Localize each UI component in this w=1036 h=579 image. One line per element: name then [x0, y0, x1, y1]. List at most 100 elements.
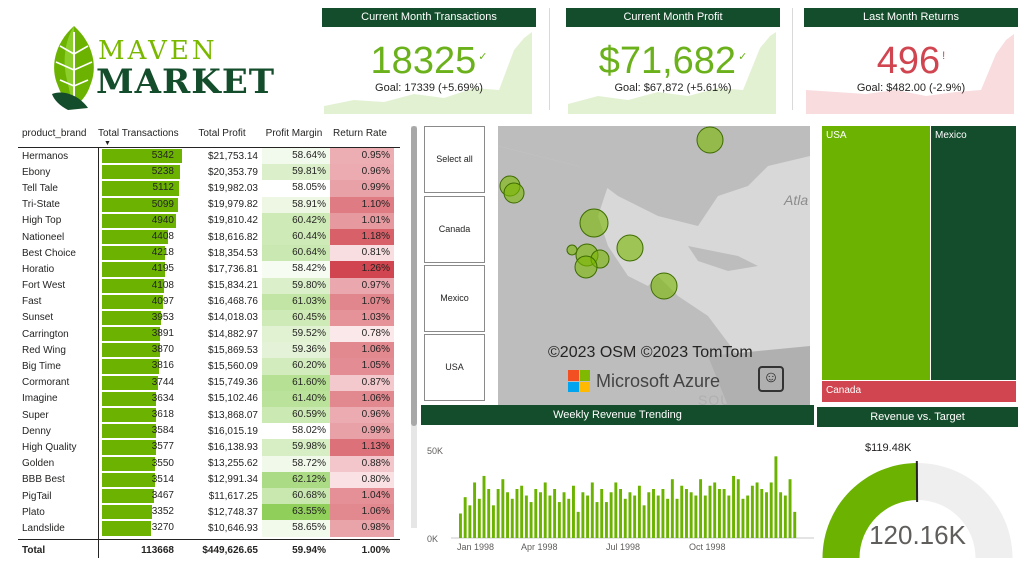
table-row[interactable]: Imagine 3634 $15,102.46 61.40% 1.06% [18, 390, 400, 407]
kpi-card-returns[interactable]: Last Month Returns 496! Goal: $482.00 (-… [804, 8, 1018, 114]
weekly-revenue-bar [501, 479, 505, 538]
header-product-brand[interactable]: product_brand [18, 126, 98, 147]
cell-profit: $15,102.46 [207, 393, 258, 405]
slicer-canada[interactable]: Canada [424, 196, 485, 263]
cell-brand: Landslide [22, 522, 65, 534]
table-row[interactable]: Sunset 3953 $14,018.03 60.45% 1.03% [18, 309, 400, 327]
cell-return: 0.88% [330, 455, 394, 472]
slicer-select-all[interactable]: Select all [424, 126, 485, 193]
table-row[interactable]: Fort West 4108 $15,834.21 59.80% 0.97% [18, 277, 400, 294]
cell-return: 0.96% [330, 407, 394, 424]
table-row[interactable]: Landslide 3270 $10,646.93 58.65% 0.98% [18, 520, 400, 537]
cell-transactions: 4195 [98, 261, 186, 277]
weekly-revenue-bar [703, 495, 707, 538]
weekly-revenue-bar [685, 489, 688, 538]
weekly-bars [451, 456, 814, 539]
header-total-profit[interactable]: Total Profit [186, 126, 262, 147]
slicer-mexico[interactable]: Mexico [424, 265, 485, 332]
weekly-revenue-bar [656, 495, 660, 538]
transactions-databar [102, 391, 157, 406]
cell-brand: Ebony [22, 166, 51, 178]
table-row[interactable]: High Quality 3577 $16,138.93 59.98% 1.13% [18, 439, 400, 456]
table-row[interactable]: Nationeel 4408 $18,616.82 60.44% 1.18% [18, 228, 400, 246]
weekly-revenue-bar [553, 489, 557, 538]
table-row[interactable]: Golden 3550 $13,255.62 58.72% 0.88% [18, 455, 400, 472]
kpi-value: $71,682 ✓ [598, 40, 748, 82]
header-profit-margin[interactable]: Profit Margin [262, 126, 330, 147]
table-row[interactable]: Red Wing 3870 $15,869.53 59.36% 1.06% [18, 342, 400, 359]
treemap-canada[interactable]: Canada [822, 381, 1016, 402]
brand-table[interactable]: product_brand Total Transactions Total P… [18, 126, 400, 561]
cell-profit: $15,834.21 [207, 280, 258, 292]
cell-return: 1.06% [330, 390, 394, 407]
cell-brand: Big Time [22, 361, 61, 373]
table-row[interactable]: BBB Best 3514 $12,991.34 62.12% 0.80% [18, 471, 400, 488]
weekly-revenue-bar [713, 482, 717, 538]
cell-transactions: 3467 [98, 488, 186, 504]
table-row[interactable]: Hermanos 5342 $21,753.14 58.64% 0.95% [18, 148, 400, 165]
cell-transactions: 3618 [98, 407, 186, 423]
kpi-card-transactions[interactable]: Current Month Transactions 18325 ✓ Goal: … [322, 8, 536, 114]
treemap-mexico[interactable]: Mexico [931, 126, 1016, 380]
table-row[interactable]: Tell Tale 5112 $19,982.03 58.05% 0.99% [18, 180, 400, 197]
table-row[interactable]: Fast 4097 $16,468.76 61.03% 1.07% [18, 293, 400, 310]
microsoft-logo-icon [568, 370, 590, 392]
treemap-usa[interactable]: USA [822, 126, 930, 380]
feedback-smiley-icon[interactable]: ☺ [758, 366, 784, 392]
weekly-revenue-bar [468, 505, 472, 538]
table-row[interactable]: Best Choice 4218 $18,354.53 60.64% 0.81% [18, 245, 400, 262]
table-scrollbar[interactable] [411, 126, 417, 528]
transactions-databar [102, 472, 155, 487]
table-row[interactable]: Tri-State 5099 $19,979.82 58.91% 1.10% [18, 196, 400, 213]
table-row[interactable]: Super 3618 $13,868.07 60.59% 0.96% [18, 407, 400, 424]
table-header: product_brand Total Transactions Total P… [18, 126, 400, 148]
slicer-usa[interactable]: USA [424, 334, 485, 401]
cell-brand: High Quality [22, 441, 77, 453]
weekly-revenue-bar [543, 482, 547, 538]
table-row[interactable]: Carrington 3891 $14,882.97 59.52% 0.78% [18, 326, 400, 343]
cell-return: 0.96% [330, 164, 394, 181]
cell-profit: $14,882.97 [207, 328, 258, 340]
weekly-revenue-bar [642, 505, 646, 538]
map-ocean-label: Atla [784, 192, 809, 208]
header-return-rate[interactable]: Return Rate [330, 126, 394, 147]
kpi-card-profit[interactable]: Current Month Profit $71,682 ✓ Goal: $67,… [566, 8, 780, 114]
cell-transactions: 3550 [98, 456, 186, 472]
store-map[interactable]: Atla SOUTH AM ©2023 OSM ©2023 TomTom Mic… [498, 126, 810, 406]
weekly-revenue-bar [652, 489, 655, 538]
table-row[interactable]: High Top 4940 $19,810.42 60.42% 1.01% [18, 212, 400, 229]
cell-profit: $13,255.62 [207, 458, 258, 470]
table-row[interactable]: Cormorant 3744 $15,749.36 61.60% 0.87% [18, 374, 400, 391]
weekly-revenue-bar [477, 498, 481, 538]
transactions-databar [102, 359, 160, 374]
table-row[interactable]: Ebony 5238 $20,353.79 59.81% 0.96% [18, 164, 400, 181]
cell-margin: 58.65% [262, 520, 330, 537]
cell-return: 0.97% [330, 277, 394, 294]
gauge-target-label: $119.48K [865, 442, 912, 454]
weekly-revenue-bar [783, 495, 787, 538]
transactions-databar [102, 488, 154, 504]
cell-profit: $11,617.25 [208, 490, 258, 502]
weekly-revenue-bar [515, 489, 519, 538]
cell-return: 1.10% [330, 196, 394, 213]
cell-brand: Super [22, 409, 49, 421]
weekly-revenue-chart[interactable]: 50K 0K Jan 1998 Apr 1998 Jul 1998 Oct 19… [421, 430, 814, 560]
header-total-transactions[interactable]: Total Transactions [98, 126, 186, 147]
weekly-revenue-bar [463, 497, 467, 538]
table-row[interactable]: Big Time 3816 $15,560.09 60.20% 1.05% [18, 358, 400, 375]
cell-transactions: 3816 [98, 358, 186, 374]
country-treemap[interactable]: USA Mexico Canada [822, 126, 1016, 402]
weekly-revenue-bar [586, 495, 590, 538]
cell-transactions: 3514 [98, 472, 186, 488]
table-row[interactable]: Plato 3352 $12,748.37 63.55% 1.06% [18, 504, 400, 521]
logo-text-market: MARKET [96, 62, 276, 102]
scrollbar-thumb[interactable] [411, 126, 417, 426]
table-row[interactable]: PigTail 3467 $11,617.25 60.68% 1.04% [18, 487, 400, 505]
table-row[interactable]: Horatio 4195 $17,736.81 58.42% 1.26% [18, 261, 400, 278]
cell-profit: $18,616.82 [207, 231, 258, 243]
map-attribution: ©2023 OSM ©2023 TomTom [548, 344, 753, 361]
weekly-revenue-bar [520, 485, 524, 538]
cell-brand: Horatio [22, 263, 55, 275]
table-row[interactable]: Denny 3584 $16,015.19 58.02% 0.99% [18, 423, 400, 440]
revenue-gauge[interactable]: $119.48K 120.16K [817, 430, 1018, 560]
